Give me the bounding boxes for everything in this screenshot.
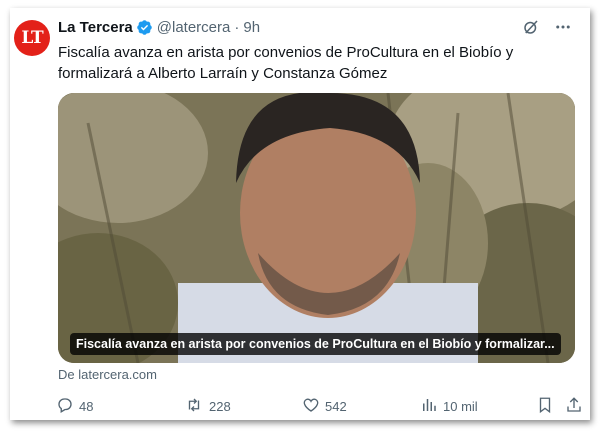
bookmark-icon [536,396,554,417]
retweet-count: 228 [209,399,231,414]
account-handle[interactable]: @latercera [157,19,231,36]
link-source[interactable]: De latercera.com [58,367,157,382]
tweet-card[interactable]: LT La Tercera @latercera · 9h Fiscalía a… [10,8,590,420]
reply-icon [56,396,74,417]
like-count: 542 [325,399,347,414]
like-icon [302,396,320,417]
account-name[interactable]: La Tercera [58,19,133,36]
views-icon [420,396,438,417]
tweet-header: La Tercera @latercera · 9h [58,17,260,37]
tweet-top-actions [522,18,572,36]
views-count: 10 mil [443,399,478,414]
bookmark-button[interactable] [536,396,554,417]
tweet-text: Fiscalía avanza en arista por convenios … [58,44,514,82]
tweet-actions: 48 228 542 10 mil [56,396,581,416]
separator-dot: · [234,18,240,36]
retweet-button[interactable]: 228 [184,396,231,417]
reply-button[interactable]: 48 [56,396,93,417]
share-button[interactable] [565,396,583,417]
grok-icon[interactable] [522,18,540,36]
avatar[interactable]: LT [14,20,50,56]
link-card-image[interactable]: Fiscalía avanza en arista por convenios … [58,93,575,363]
media-photo [58,93,575,363]
verified-badge-icon [136,19,153,36]
tweet-time[interactable]: 9h [243,19,260,36]
avatar-logo-text: LT [21,28,43,48]
views-button[interactable]: 10 mil [420,396,478,417]
like-button[interactable]: 542 [302,396,347,417]
more-icon[interactable] [554,18,572,36]
retweet-icon [184,396,204,417]
share-icon [565,396,583,417]
reply-count: 48 [79,399,94,414]
media-caption: Fiscalía avanza en arista por convenios … [70,333,561,355]
